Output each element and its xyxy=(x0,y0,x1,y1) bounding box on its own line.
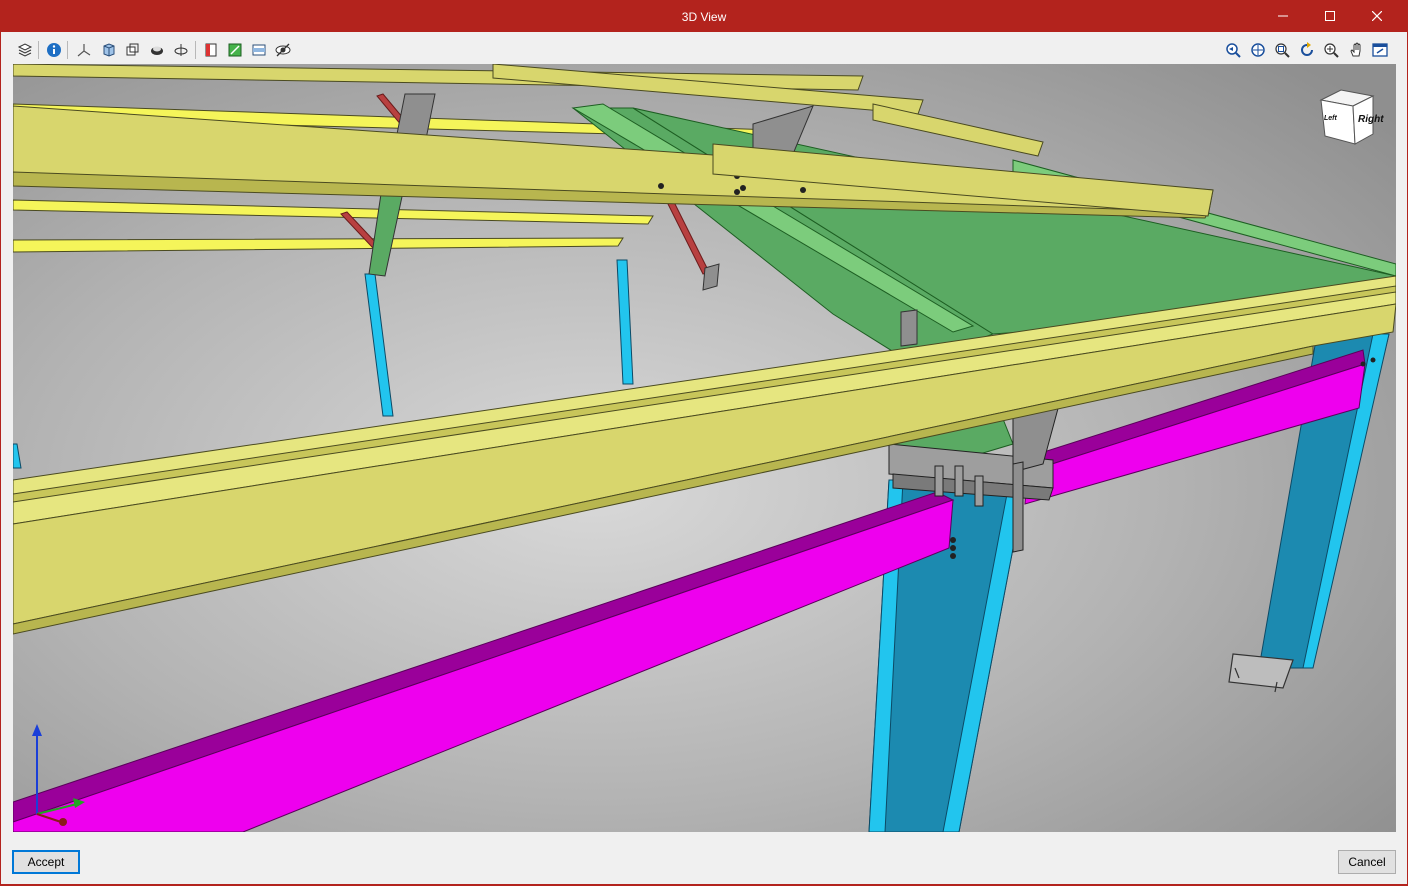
model-canvas[interactable]: Right Left xyxy=(13,64,1396,832)
rotate-icon[interactable] xyxy=(1298,41,1316,59)
close-icon xyxy=(1372,11,1382,21)
toolbar-separator xyxy=(67,41,68,59)
zoom-window-icon[interactable] xyxy=(1273,41,1291,59)
toolbar-separator xyxy=(195,41,196,59)
window-title: 3D View xyxy=(681,10,727,24)
accept-button[interactable]: Accept xyxy=(12,850,80,874)
cancel-button[interactable]: Cancel xyxy=(1338,850,1396,874)
zoom-all-icon[interactable] xyxy=(1249,41,1267,59)
shaded-view-icon[interactable] xyxy=(148,41,166,59)
close-button[interactable] xyxy=(1354,0,1400,32)
title-bar[interactable]: 3D View xyxy=(0,0,1408,32)
plane-icon[interactable] xyxy=(250,41,268,59)
minimize-button[interactable] xyxy=(1260,0,1306,32)
client-area: Right Left Accept Cancel xyxy=(1,32,1407,884)
section-icon[interactable] xyxy=(202,41,220,59)
clip-box-icon[interactable] xyxy=(226,41,244,59)
window-3d-view: 3D View Right Left Accept Cancel xyxy=(0,0,1408,886)
pan-icon[interactable] xyxy=(1347,41,1365,59)
info-icon[interactable] xyxy=(45,41,63,59)
toolbar xyxy=(1,32,1407,64)
zoom-icon[interactable] xyxy=(1322,41,1340,59)
orbit-icon[interactable] xyxy=(172,41,190,59)
footer: Accept Cancel xyxy=(1,838,1407,884)
visibility-icon[interactable] xyxy=(274,41,292,59)
toolbar-separator xyxy=(38,41,39,59)
3d-viewport[interactable]: Right Left xyxy=(13,64,1396,832)
zoom-previous-icon[interactable] xyxy=(1224,41,1242,59)
wireframe-view-icon[interactable] xyxy=(123,41,141,59)
nav-cube-side-label: Left xyxy=(1324,115,1338,122)
minimize-icon xyxy=(1278,15,1288,17)
nav-cube-face-label: Right xyxy=(1358,114,1384,125)
axes-icon[interactable] xyxy=(75,41,93,59)
maximize-button[interactable] xyxy=(1307,0,1353,32)
view-options-icon[interactable] xyxy=(1371,41,1389,59)
layers-icon[interactable] xyxy=(16,41,34,59)
solid-view-icon[interactable] xyxy=(100,41,118,59)
maximize-icon xyxy=(1325,11,1335,21)
